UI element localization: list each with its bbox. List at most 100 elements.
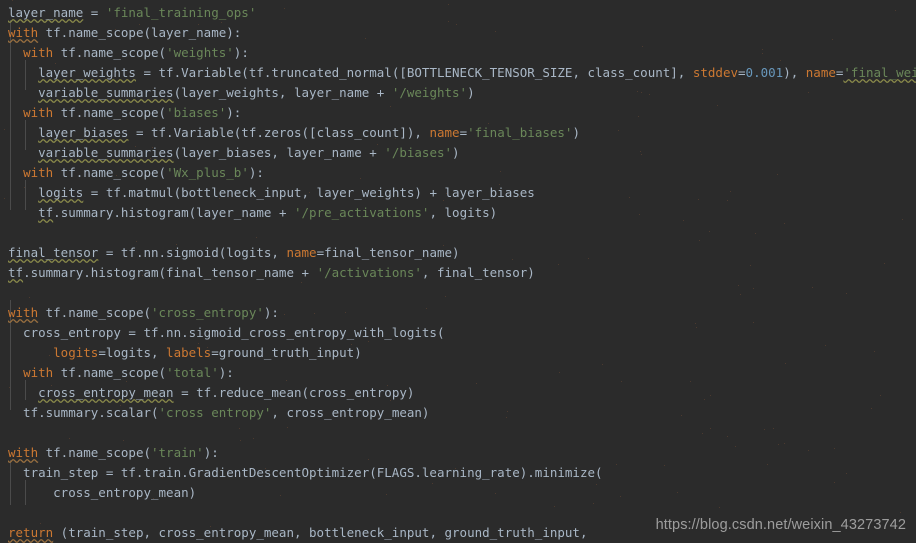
code-token: tf.summary.scalar( bbox=[8, 405, 159, 420]
code-token: 'final_weights' bbox=[843, 65, 916, 80]
code-token: .summary.histogram(layer_name + bbox=[53, 205, 294, 220]
code-token: = bbox=[738, 65, 746, 80]
code-line[interactable] bbox=[0, 423, 916, 443]
code-token: = tf.reduce_mean(cross_entropy) bbox=[173, 385, 415, 400]
code-token: with bbox=[8, 445, 39, 460]
code-line[interactable]: with tf.name_scope('total'): bbox=[0, 363, 916, 383]
code-token: tf.name_scope( bbox=[38, 445, 151, 460]
code-line[interactable]: tf.summary.scalar('cross entropy', cross… bbox=[0, 403, 916, 423]
code-token: 'cross_entropy' bbox=[151, 305, 264, 320]
code-token: final_tensor bbox=[8, 245, 99, 260]
code-line[interactable] bbox=[0, 283, 916, 303]
code-line[interactable]: final_tensor = tf.nn.sigmoid(logits, nam… bbox=[0, 243, 916, 263]
code-token: =final_tensor_name) bbox=[316, 245, 460, 260]
code-token: return bbox=[8, 525, 54, 540]
code-line[interactable]: tf.summary.histogram(final_tensor_name +… bbox=[0, 263, 916, 283]
code-line[interactable]: with tf.name_scope('cross_entropy'): bbox=[0, 303, 916, 323]
code-content[interactable]: layer_name = 'final_training_ops' with tf… bbox=[0, 3, 916, 543]
code-token: tf bbox=[8, 265, 24, 280]
watermark-url: https://blog.csdn.net/weixin_43273742 bbox=[655, 517, 906, 533]
code-token: logits bbox=[38, 185, 84, 200]
code-token: = tf.matmul(bottleneck_input, layer_weig… bbox=[83, 185, 535, 200]
code-line[interactable]: variable_summaries(layer_weights, layer_… bbox=[0, 83, 916, 103]
code-line[interactable]: cross_entropy = tf.nn.sigmoid_cross_entr… bbox=[0, 323, 916, 343]
code-line[interactable]: with tf.name_scope('train'): bbox=[0, 443, 916, 463]
code-token: logits bbox=[53, 345, 99, 360]
code-line[interactable]: train_step = tf.train.GradientDescentOpt… bbox=[0, 463, 916, 483]
code-token: tf bbox=[38, 205, 54, 220]
code-token: ): bbox=[248, 165, 264, 180]
code-token: = tf.Variable(tf.truncated_normal([BOTTL… bbox=[135, 65, 693, 80]
code-token: ) bbox=[467, 85, 475, 100]
code-token: layer_name bbox=[8, 5, 84, 20]
code-token: cross_entropy_mean bbox=[38, 385, 174, 400]
code-token: '/weights' bbox=[391, 85, 468, 100]
code-line[interactable]: logits=logits, labels=ground_truth_input… bbox=[0, 343, 916, 363]
code-token: layer_biases bbox=[38, 125, 129, 140]
code-line[interactable]: layer_weights = tf.Variable(tf.truncated… bbox=[0, 63, 916, 83]
speckle bbox=[12, 0, 13, 1]
code-token: 'final_training_ops' bbox=[105, 5, 257, 20]
code-line[interactable]: with tf.name_scope(layer_name): bbox=[0, 23, 916, 43]
code-token: name bbox=[805, 65, 836, 80]
code-line[interactable]: with tf.name_scope('weights'): bbox=[0, 43, 916, 63]
code-token: 'total' bbox=[166, 365, 219, 380]
code-token: ) bbox=[452, 145, 460, 160]
code-token: variable_summaries bbox=[38, 85, 174, 100]
code-token: ): bbox=[218, 365, 234, 380]
code-token: variable_summaries bbox=[38, 145, 174, 160]
code-token: (layer_weights, layer_name + bbox=[173, 85, 392, 100]
code-token: labels bbox=[166, 345, 212, 360]
code-line[interactable]: tf.summary.histogram(layer_name + '/pre_… bbox=[0, 203, 916, 223]
code-token: =logits, bbox=[98, 345, 167, 360]
code-line[interactable]: with tf.name_scope('biases'): bbox=[0, 103, 916, 123]
code-token: tf.name_scope(layer_name): bbox=[38, 25, 242, 40]
code-token: 'Wx_plus_b' bbox=[166, 165, 249, 180]
code-token: train_step = tf.train.GradientDescentOpt… bbox=[8, 465, 603, 480]
code-line[interactable]: logits = tf.matmul(bottleneck_input, lay… bbox=[0, 183, 916, 203]
code-token: tf.name_scope( bbox=[53, 45, 167, 60]
code-token: '/pre_activations' bbox=[294, 205, 430, 220]
code-token: = tf.nn.sigmoid(logits, bbox=[98, 245, 287, 260]
code-token: with bbox=[23, 45, 54, 60]
code-line[interactable]: cross_entropy_mean) bbox=[0, 483, 916, 503]
code-line[interactable]: layer_name = 'final_training_ops' bbox=[0, 3, 916, 23]
code-token: .summary.histogram(final_tensor_name + bbox=[23, 265, 317, 280]
code-token: , cross_entropy_mean) bbox=[271, 405, 430, 420]
code-token: name bbox=[286, 245, 317, 260]
code-line[interactable]: variable_summaries(layer_biases, layer_n… bbox=[0, 143, 916, 163]
code-token: with bbox=[8, 25, 39, 40]
code-token: , final_tensor) bbox=[421, 265, 535, 280]
code-token: =ground_truth_input) bbox=[211, 345, 362, 360]
code-token: ) bbox=[572, 125, 580, 140]
code-token: 0.001 bbox=[745, 65, 784, 80]
code-token: ): bbox=[226, 105, 242, 120]
code-token: cross_entropy_mean) bbox=[8, 485, 197, 500]
code-token: name bbox=[429, 125, 460, 140]
code-line[interactable]: layer_biases = tf.Variable(tf.zeros([cla… bbox=[0, 123, 916, 143]
code-token: 'final_biases' bbox=[467, 125, 573, 140]
code-token: = bbox=[459, 125, 468, 140]
code-line[interactable]: with tf.name_scope('Wx_plus_b'): bbox=[0, 163, 916, 183]
code-token: tf.name_scope( bbox=[53, 105, 167, 120]
code-token: tf.name_scope( bbox=[53, 165, 167, 180]
code-token: = bbox=[83, 5, 106, 20]
code-editor-view[interactable]: layer_name = 'final_training_ops' with tf… bbox=[0, 0, 916, 543]
code-token: 'cross entropy' bbox=[158, 405, 272, 420]
code-token: ): bbox=[263, 305, 279, 320]
code-token: with bbox=[23, 365, 54, 380]
code-line[interactable]: cross_entropy_mean = tf.reduce_mean(cros… bbox=[0, 383, 916, 403]
code-line[interactable] bbox=[0, 223, 916, 243]
